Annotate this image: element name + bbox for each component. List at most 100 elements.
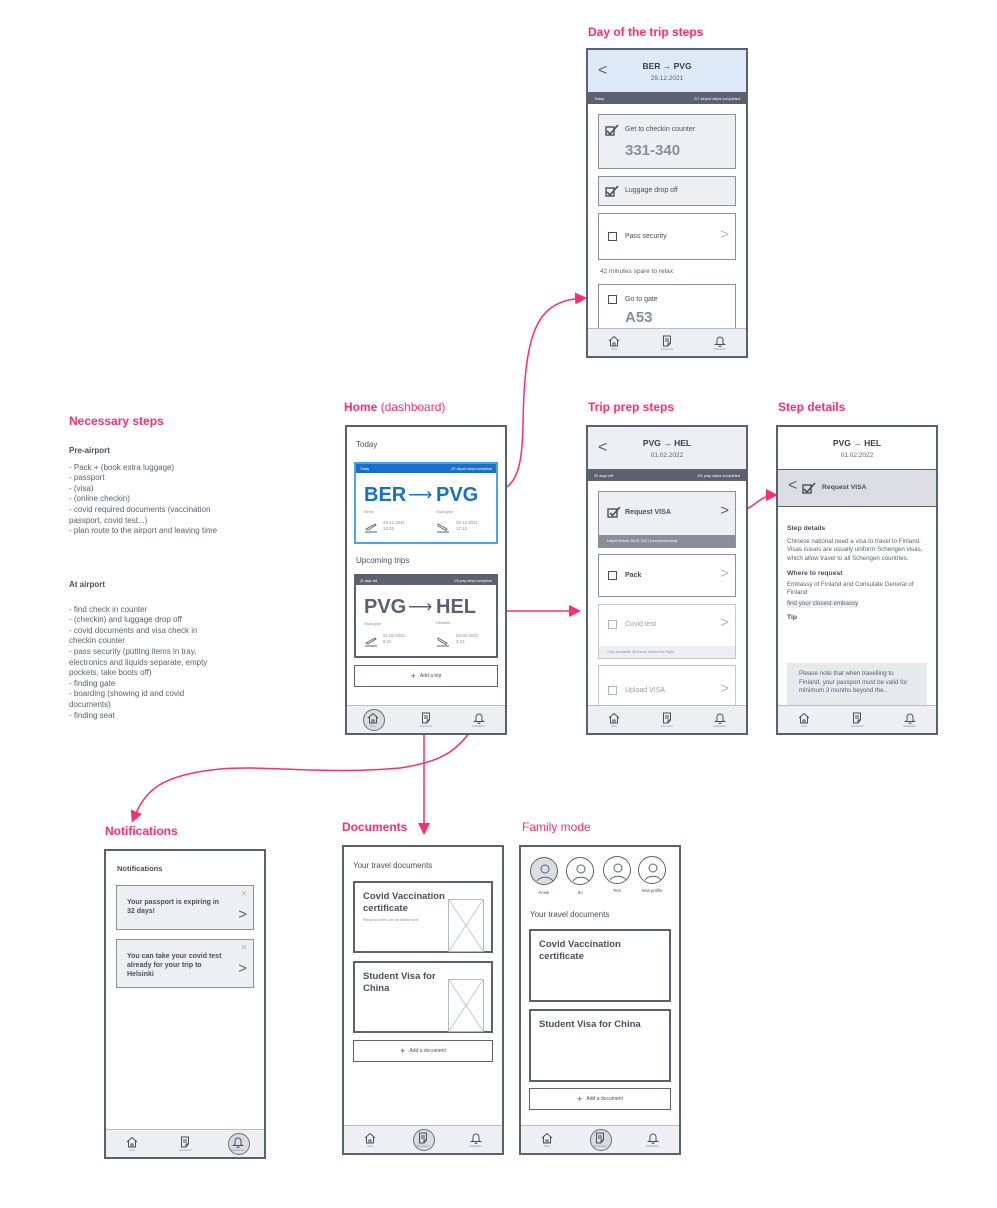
checkbox-icon[interactable] [608,295,617,304]
chevron-right-icon[interactable]: > [238,906,247,923]
plus-icon: + [400,1046,406,1056]
chevron-right-icon[interactable]: > [720,502,729,519]
today-trip-card[interactable]: Today 2/7 airport steps completed BER ⟶ P… [354,462,498,544]
notification-item[interactable]: Your passport is expiring in 32 days! × … [116,885,254,930]
notes-at-airport: At airport - find check in counter - (ch… [69,580,219,721]
nav-documents[interactable]: Documents [408,1127,438,1153]
back-icon[interactable]: < [598,62,607,80]
step-deadline: Latest before 05.01.2021 (recommended) [599,535,735,547]
nav-documents[interactable]: Documents [652,330,682,356]
profile-avatar[interactable] [566,857,594,885]
nav-notifications[interactable]: Notifications [464,707,494,733]
add-trip-button[interactable]: + Add a trip [354,665,498,687]
step-label: Go to gate [625,296,658,303]
nav-documents[interactable]: Documents [170,1131,200,1157]
nav-notifications[interactable]: Notifications [705,330,735,356]
where-text: Embassy of Finland and Consulate General… [787,580,914,597]
arr-date: 30.12.2021 [456,520,478,525]
back-icon[interactable]: < [788,477,797,495]
nav-home[interactable]: Home [599,707,629,733]
from-code: PVG [364,596,407,618]
label-day-of-trip: Day of the trip steps [588,25,704,39]
user-icon [644,863,662,881]
profile-avatar[interactable] [530,857,558,885]
chevron-right-icon[interactable]: > [238,960,247,977]
phone-day-of-trip: < BER → PVG 29.12.2021 Today 2/7 airport… [586,48,748,358]
nav-label: Home [801,724,808,728]
nav-home[interactable]: Home [789,707,819,733]
checked-checkbox-icon[interactable] [607,506,621,518]
label-necessary-steps: Necessary steps [69,414,164,428]
nav-home[interactable]: Home [355,1127,385,1153]
trip-date: 01.02.2022 [840,451,874,459]
nav-notifications[interactable]: Notifications [705,707,735,733]
profile-name: Tom [613,888,621,893]
checkbox-icon[interactable] [608,571,617,580]
checkbox-icon[interactable] [608,232,617,241]
departure-icon [365,637,377,647]
chevron-right-icon[interactable]: > [720,614,729,631]
nav-notifications[interactable]: Notifications [223,1131,253,1157]
nav-home[interactable]: Home [117,1131,147,1157]
nav-label: Documents [660,347,674,351]
step-pass-security[interactable]: Pass security > [598,213,736,260]
trip-header: < PVG → HEL 01.02.2022 [588,427,746,470]
upcoming-trip-card[interactable]: 31 days left 2/5 prep steps completed PVG… [354,574,498,658]
profile-name: Annie [538,890,550,895]
chevron-right-icon[interactable]: > [720,226,729,243]
new-profile-avatar[interactable] [638,856,666,884]
nav-documents[interactable]: Documents [842,707,872,733]
notification-item[interactable]: You can take your covid test already for… [116,939,254,988]
nav-notifications[interactable]: Notifications [895,707,925,733]
notification-text: You can take your covid test already for… [127,953,222,978]
nav-home[interactable]: Home [532,1127,562,1153]
document-card[interactable]: Covid Vaccination certificate Personal n… [353,881,493,953]
chevron-right-icon[interactable]: > [720,680,729,697]
strip-right: 2/7 airport steps completed [694,96,740,101]
document-card[interactable]: Student Visa for China [529,1009,671,1082]
nav-documents[interactable]: Documents [652,707,682,733]
step-request-visa[interactable]: Request VISA > Latest before 05.01.2021 … [598,491,736,548]
checkbox-icon[interactable] [608,686,617,695]
checked-checkbox-icon[interactable] [605,124,619,136]
back-icon[interactable]: < [598,439,607,457]
nav-home[interactable]: Home [599,330,629,356]
profile-name: New profile [641,888,663,893]
nav-documents[interactable]: Documents [411,707,441,733]
document-note: Personal notes can be added here. [363,918,419,922]
arr-time: 2:43 [456,639,465,644]
profile-avatar[interactable] [603,856,631,884]
document-card[interactable]: Covid Vaccination certificate [529,929,671,1002]
nav-label: Documents [660,724,674,728]
from-code: BER [364,484,407,506]
nav-home[interactable]: Home [358,707,388,733]
close-icon[interactable]: × [241,942,247,954]
add-document-button[interactable]: + Add a document [353,1040,493,1062]
departure-datetime: 29.12.2021 15:53 [383,520,405,532]
note-line: - find check in counter [69,604,148,614]
note-line: - Pack + (book extra luggage) [69,462,175,472]
nav-label: Documents [593,1144,607,1148]
spare-time-text: 42 minutes spare to relax [600,268,673,275]
step-checkin-counter[interactable]: Get to checkin counter 331-340 [598,114,736,169]
checkbox-icon[interactable] [608,620,617,629]
nav-notifications[interactable]: Notifications [461,1127,491,1153]
checkin-counter-value: 331-340 [625,142,681,159]
user-icon [572,864,590,882]
add-document-button[interactable]: + Add a document [529,1088,671,1110]
checked-checkbox-icon[interactable] [605,185,619,197]
nav-notifications[interactable]: Notifications [638,1127,668,1153]
step-go-to-gate[interactable]: Go to gate A53 [598,284,736,334]
find-embassy-link[interactable]: find your closest embassy [787,599,859,608]
close-icon[interactable]: × [241,888,247,900]
arrow-home-to-day-of-trip [495,292,587,493]
step-covid-test[interactable]: Covid test > Only available 48 hours bef… [598,604,736,659]
to-city: Shanghai [436,509,453,514]
nav-label: Notifications [713,724,727,728]
nav-documents[interactable]: Documents [585,1127,615,1153]
document-card[interactable]: Student Visa for China [353,961,493,1033]
step-pack[interactable]: Pack > [598,554,736,597]
bell-icon [472,713,485,724]
chevron-right-icon[interactable]: > [720,565,729,582]
step-luggage-drop[interactable]: Luggage drop off [598,176,736,206]
